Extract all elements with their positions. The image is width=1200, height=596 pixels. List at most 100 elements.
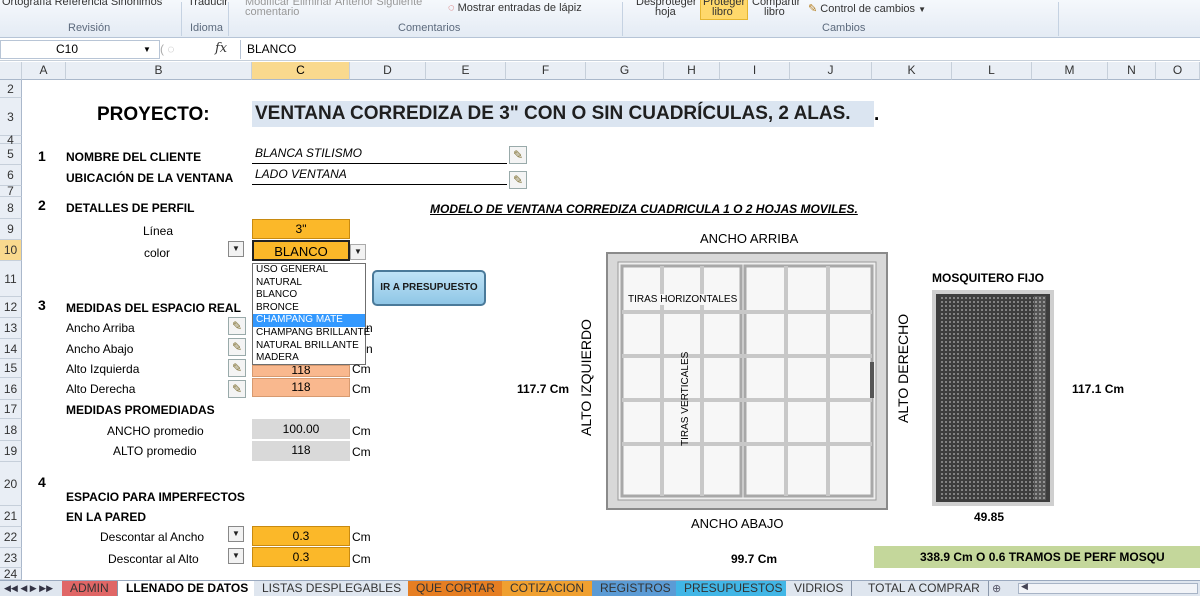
edit-client-name-button[interactable]: ✎ bbox=[509, 146, 527, 164]
discount-height-cell[interactable]: 0.3 bbox=[252, 547, 350, 567]
name-box[interactable]: C10 ▼ bbox=[0, 40, 160, 59]
ribbon-divider bbox=[181, 2, 182, 36]
tab-scroll-arrows[interactable]: ◀◀ ◀ ▶ ▶▶ bbox=[4, 581, 53, 596]
sheet-tab[interactable]: LISTAS DESPLEGABLES bbox=[254, 581, 411, 596]
color-option[interactable]: NATURAL BRILLANTE bbox=[253, 340, 365, 353]
row-header[interactable]: 14 bbox=[0, 339, 22, 359]
edit-height-left-button[interactable]: ✎ bbox=[228, 359, 246, 377]
column-header[interactable]: J bbox=[790, 62, 872, 80]
sheet-tab[interactable]: REGISTROS bbox=[592, 581, 680, 596]
chevron-down-icon[interactable]: ▼ bbox=[143, 41, 151, 58]
insert-function-button[interactable]: fx bbox=[215, 41, 227, 56]
row-header[interactable]: 2 bbox=[0, 80, 22, 98]
color-option[interactable]: BRONCE bbox=[253, 302, 365, 315]
scroll-left-icon[interactable]: ◀ bbox=[1021, 581, 1028, 592]
sheet-tab[interactable]: ADMIN bbox=[62, 581, 118, 596]
row-header[interactable]: 21 bbox=[0, 506, 22, 527]
column-header[interactable]: E bbox=[426, 62, 506, 80]
column-header[interactable]: B bbox=[66, 62, 252, 80]
sheet-tab[interactable]: PRESUPUESTOS bbox=[676, 581, 792, 596]
row-header[interactable]: 13 bbox=[0, 318, 22, 339]
column-header[interactable]: K bbox=[872, 62, 952, 80]
height-right-cell[interactable]: 118 bbox=[252, 378, 350, 397]
horizontal-scrollbar[interactable]: ◀ bbox=[1018, 581, 1198, 594]
color-option[interactable]: USO GENERAL bbox=[253, 264, 365, 277]
row-header[interactable]: 10 bbox=[0, 240, 22, 261]
discount-width-cell[interactable]: 0.3 bbox=[252, 526, 350, 546]
row-header[interactable]: 9 bbox=[0, 219, 22, 240]
ir-a-presupuesto-button[interactable]: IR A PRESUPUESTO bbox=[372, 270, 486, 306]
color-dropdown-button[interactable]: ▼ bbox=[228, 241, 244, 257]
show-ink-button[interactable]: ◌ Mostrar entradas de lápiz bbox=[448, 2, 582, 14]
column-header[interactable]: H bbox=[664, 62, 720, 80]
client-name-field[interactable]: BLANCA STILISMO bbox=[252, 146, 507, 164]
protect-workbook-button[interactable]: Proteger libro bbox=[700, 0, 748, 20]
sheet-tab[interactable]: COTIZACION bbox=[502, 581, 593, 596]
color-validation-dropdown[interactable]: ▼ bbox=[350, 244, 366, 260]
tramos-summary: 338.9 Cm O 0.6 TRAMOS DE PERF MOSQU bbox=[874, 546, 1200, 568]
sheet-tab[interactable]: LLENADO DE DATOS bbox=[118, 581, 258, 596]
line-value-cell[interactable]: 3" bbox=[252, 219, 350, 239]
color-option[interactable]: CHAMPANG MATE bbox=[253, 314, 365, 327]
section-2-number: 2 bbox=[38, 197, 46, 213]
unprotect-sheet-label: hoja bbox=[655, 6, 676, 18]
color-value-cell[interactable]: BLANCO bbox=[252, 240, 350, 261]
window-frame-svg bbox=[606, 252, 888, 510]
row-header[interactable]: 24 bbox=[0, 568, 22, 580]
column-header[interactable]: M bbox=[1032, 62, 1108, 80]
row-header[interactable]: 15 bbox=[0, 359, 22, 378]
edit-height-right-button[interactable]: ✎ bbox=[228, 380, 246, 398]
color-option[interactable]: CHAMPANG BRILLANTE bbox=[253, 327, 370, 340]
row-header[interactable]: 6 bbox=[0, 165, 22, 186]
color-option[interactable]: MADERA bbox=[253, 352, 365, 365]
row-header[interactable]: 11 bbox=[0, 261, 22, 297]
project-title-end: . bbox=[874, 104, 880, 125]
column-header[interactable]: L bbox=[952, 62, 1032, 80]
discount-height-dropdown[interactable]: ▼ bbox=[228, 548, 244, 564]
track-changes-button[interactable]: ✎ Control de cambios ▼ bbox=[808, 2, 926, 15]
edit-window-location-button[interactable]: ✎ bbox=[509, 171, 527, 189]
row-header[interactable]: 8 bbox=[0, 197, 22, 219]
row-header[interactable]: 17 bbox=[0, 400, 22, 419]
column-header[interactable]: O bbox=[1156, 62, 1200, 80]
row-header[interactable]: 23 bbox=[0, 548, 22, 568]
row-header[interactable]: 7 bbox=[0, 185, 22, 197]
sheet-tab[interactable]: TOTAL A COMPRAR bbox=[860, 581, 989, 596]
window-location-field[interactable]: LADO VENTANA bbox=[252, 167, 507, 185]
row-header[interactable]: 4 bbox=[0, 134, 22, 146]
column-header[interactable]: N bbox=[1108, 62, 1156, 80]
formula-input[interactable]: BLANCO bbox=[240, 40, 1198, 59]
ribbon-proofing-buttons[interactable]: Ortografía Referencia Sinónimos bbox=[2, 0, 162, 8]
row-header[interactable]: 20 bbox=[0, 462, 22, 506]
select-all-corner[interactable] bbox=[0, 62, 22, 80]
row-header[interactable]: 19 bbox=[0, 441, 22, 462]
color-option[interactable]: BLANCO bbox=[253, 289, 365, 302]
row-header[interactable]: 3 bbox=[0, 98, 22, 136]
height-left-cell[interactable]: 118 bbox=[252, 365, 350, 377]
ribbon-translate-button[interactable]: Traducir bbox=[188, 0, 228, 8]
column-header[interactable]: C bbox=[252, 62, 350, 80]
sheet-tab[interactable]: QUE CORTAR bbox=[408, 581, 504, 596]
row-header[interactable]: 16 bbox=[0, 378, 22, 400]
column-header[interactable]: D bbox=[350, 62, 426, 80]
row-header[interactable]: 22 bbox=[0, 527, 22, 548]
discount-width-value: 0.3 bbox=[292, 529, 310, 543]
section-3-number: 3 bbox=[38, 297, 46, 313]
project-title: VENTANA CORREDIZA DE 3" CON O SIN CUADRÍ… bbox=[252, 101, 874, 127]
diagram-width-top-label: ANCHO ARRIBA bbox=[700, 231, 799, 246]
sheet-tab[interactable]: VIDRIOS bbox=[786, 581, 853, 596]
color-options-list[interactable]: USO GENERAL NATURAL BLANCO BRONCE CHAMPANG M… bbox=[252, 263, 370, 365]
row-header[interactable]: 18 bbox=[0, 419, 22, 441]
column-header[interactable]: F bbox=[506, 62, 586, 80]
discount-width-dropdown[interactable]: ▼ bbox=[228, 526, 244, 542]
edit-width-bottom-button[interactable]: ✎ bbox=[228, 338, 246, 356]
column-header[interactable]: A bbox=[22, 62, 66, 80]
row-header[interactable]: 5 bbox=[0, 144, 22, 165]
insert-sheet-icon[interactable]: ⊕ bbox=[992, 582, 1001, 595]
edit-width-top-button[interactable]: ✎ bbox=[228, 317, 246, 335]
screen-edge bbox=[1034, 296, 1046, 500]
column-header[interactable]: G bbox=[586, 62, 664, 80]
column-header[interactable]: I bbox=[720, 62, 790, 80]
color-option[interactable]: NATURAL bbox=[253, 277, 365, 290]
row-header[interactable]: 12 bbox=[0, 297, 22, 318]
